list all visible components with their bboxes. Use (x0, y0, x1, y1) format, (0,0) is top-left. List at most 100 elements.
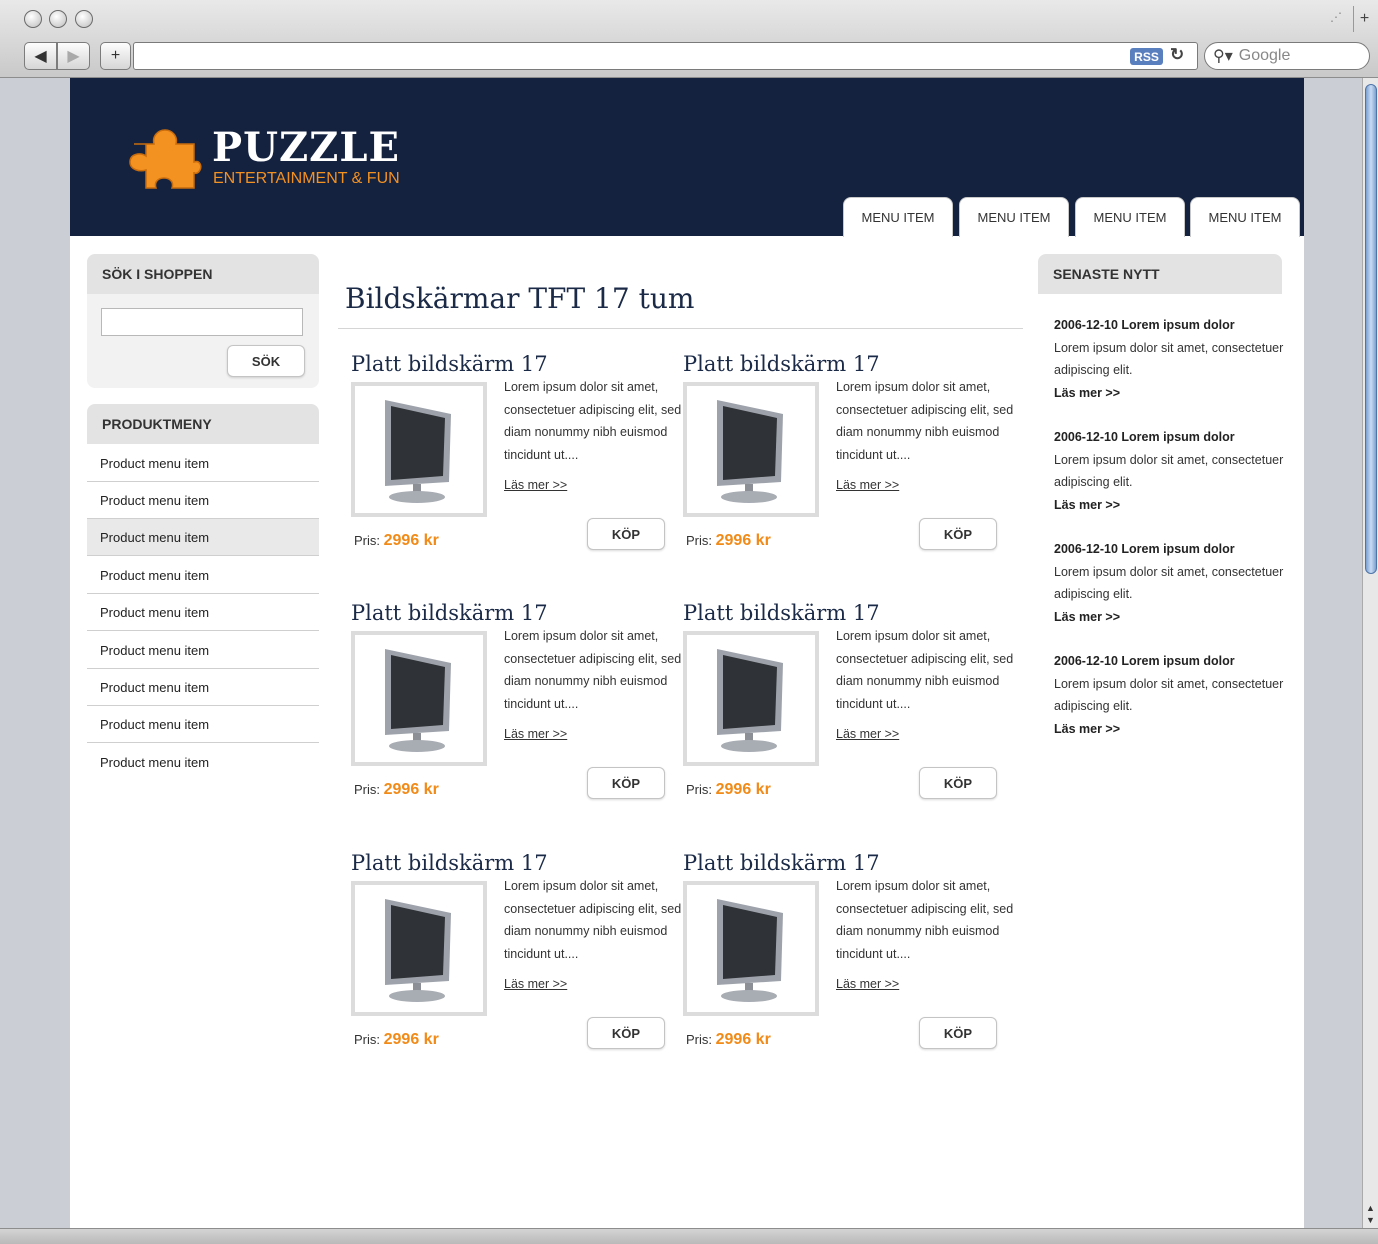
read-more-link[interactable]: Läs mer >> (836, 727, 899, 741)
search-button[interactable]: SÖK (227, 345, 305, 377)
nav-menu-item-3[interactable]: MENU ITEM (1075, 197, 1185, 237)
read-more-link[interactable]: Läs mer >> (504, 977, 567, 991)
scrollbar-thumb[interactable] (1365, 84, 1377, 574)
product-title[interactable]: Platt bildskärm 17 (351, 851, 548, 875)
product-price: Pris: 2996 kr (686, 1031, 771, 1049)
new-tab-icon[interactable]: + (1353, 6, 1375, 32)
buy-button[interactable]: KÖP (587, 767, 665, 799)
vertical-scrollbar[interactable]: ▲ ▼ (1362, 78, 1378, 1228)
product-title[interactable]: Platt bildskärm 17 (351, 601, 548, 625)
plus-icon: + (110, 47, 121, 64)
read-more-link[interactable]: Läs mer >> (836, 478, 899, 492)
price-label: Pris: (686, 1032, 712, 1047)
product-menu-item[interactable]: Product menu item (87, 557, 319, 594)
search-box-title: SÖK I SHOPPEN (87, 254, 319, 294)
rss-icon[interactable]: RSS (1130, 48, 1163, 65)
monitor-image[interactable] (683, 382, 819, 517)
news-heading[interactable]: 2006-12-10 Lorem ipsum dolor (1054, 650, 1294, 673)
monitor-image[interactable] (351, 881, 487, 1016)
scroll-arrows-icon[interactable]: ▲ ▼ (1366, 1202, 1375, 1226)
nav-menu-item-1[interactable]: MENU ITEM (843, 197, 953, 237)
logo-title[interactable]: PUZZLE (212, 124, 400, 171)
product-description: Lorem ipsum dolor sit amet, consectetuer… (504, 879, 682, 961)
price-label: Pris: (354, 1032, 380, 1047)
news-heading[interactable]: 2006-12-10 Lorem ipsum dolor (1054, 314, 1294, 337)
add-bookmark-button[interactable]: + (100, 42, 131, 70)
page-title: Bildskärmar TFT 17 tum (345, 282, 695, 315)
product-price: Pris: 2996 kr (354, 1031, 439, 1049)
news-body: Lorem ipsum dolor sit amet, consectetuer… (1054, 564, 1284, 602)
news-heading[interactable]: 2006-12-10 Lorem ipsum dolor (1054, 426, 1294, 449)
address-bar[interactable]: RSS ↻ (133, 42, 1198, 70)
browser-search-field[interactable]: ⚲▾ Google (1204, 42, 1370, 70)
read-more-link[interactable]: Läs mer >> (504, 727, 567, 741)
product-card: Platt bildskärm 17 Lorem ipsum dolor sit… (683, 352, 1013, 582)
title-divider (338, 328, 1023, 329)
buy-button[interactable]: KÖP (919, 767, 997, 799)
news-heading[interactable]: 2006-12-10 Lorem ipsum dolor (1054, 538, 1294, 561)
read-more-link[interactable]: Läs mer >> (504, 478, 567, 492)
product-price: Pris: 2996 kr (354, 532, 439, 550)
minimize-window-button[interactable] (49, 10, 67, 28)
buy-button[interactable]: KÖP (919, 1017, 997, 1049)
news-read-more-link[interactable]: Läs mer >> (1054, 494, 1294, 517)
back-button[interactable]: ◀ (24, 42, 57, 70)
monitor-icon (717, 399, 783, 503)
monitor-image[interactable] (683, 881, 819, 1016)
product-description: Lorem ipsum dolor sit amet, consectetuer… (504, 629, 682, 711)
price-value: 2996 kr (383, 532, 439, 549)
product-card: Platt bildskärm 17 Lorem ipsum dolor sit… (351, 851, 681, 1081)
site-header: PUZZLE ENTERTAINMENT & FUN MENU ITEM MEN… (70, 78, 1304, 237)
news-read-more-link[interactable]: Läs mer >> (1054, 606, 1294, 629)
news-read-more-link[interactable]: Läs mer >> (1054, 382, 1294, 405)
monitor-image[interactable] (351, 631, 487, 766)
shop-search-input[interactable] (101, 308, 303, 336)
close-window-button[interactable] (24, 10, 42, 28)
news-read-more-link[interactable]: Läs mer >> (1054, 718, 1294, 741)
product-menu-item[interactable]: Product menu item (87, 594, 319, 631)
product-title[interactable]: Platt bildskärm 17 (351, 352, 548, 376)
buy-button[interactable]: KÖP (919, 518, 997, 550)
price-value: 2996 kr (383, 781, 439, 798)
price-label: Pris: (354, 533, 380, 548)
price-value: 2996 kr (715, 781, 771, 798)
monitor-icon (717, 648, 783, 752)
news-item: 2006-12-10 Lorem ipsum dolor Lorem ipsum… (1054, 538, 1294, 628)
buy-button[interactable]: KÖP (587, 1017, 665, 1049)
browser-window: ⋰ + ◀ ▶ + RSS ↻ ⚲▾ Google PUZZLE ENTERTA… (0, 0, 1378, 1244)
product-card: Platt bildskärm 17 Lorem ipsum dolor sit… (683, 851, 1013, 1081)
product-card: Platt bildskärm 17 Lorem ipsum dolor sit… (351, 352, 681, 582)
zoom-window-button[interactable] (75, 10, 93, 28)
product-title[interactable]: Platt bildskärm 17 (683, 601, 880, 625)
product-description: Lorem ipsum dolor sit amet, consectetuer… (836, 629, 1014, 711)
product-title[interactable]: Platt bildskärm 17 (683, 851, 880, 875)
product-menu-item[interactable]: Product menu item (87, 445, 319, 482)
product-menu-item[interactable]: Product menu item (87, 706, 319, 743)
product-menu-item[interactable]: Product menu item (87, 669, 319, 706)
product-description: Lorem ipsum dolor sit amet, consectetuer… (836, 879, 1014, 961)
product-description: Lorem ipsum dolor sit amet, consectetuer… (504, 380, 682, 462)
product-menu-item[interactable]: Product menu item (87, 632, 319, 669)
price-label: Pris: (354, 782, 380, 797)
puzzle-piece-icon (129, 129, 202, 189)
search-box: SÖK (87, 294, 319, 388)
product-card: Platt bildskärm 17 Lorem ipsum dolor sit… (351, 601, 681, 831)
news-body: Lorem ipsum dolor sit amet, consectetuer… (1054, 676, 1284, 714)
reload-icon[interactable]: ↻ (1170, 45, 1184, 65)
status-bar (0, 1228, 1378, 1244)
product-menu-item[interactable]: Product menu item (87, 744, 319, 781)
monitor-image[interactable] (351, 382, 487, 517)
product-title[interactable]: Platt bildskärm 17 (683, 352, 880, 376)
price-label: Pris: (686, 533, 712, 548)
news-box-title: SENASTE NYTT (1038, 254, 1282, 294)
nav-menu-item-2[interactable]: MENU ITEM (959, 197, 1069, 237)
monitor-image[interactable] (683, 631, 819, 766)
read-more-link[interactable]: Läs mer >> (836, 977, 899, 991)
product-menu-item[interactable]: Product menu item (87, 482, 319, 519)
forward-button[interactable]: ▶ (57, 42, 90, 70)
product-card: Platt bildskärm 17 Lorem ipsum dolor sit… (683, 601, 1013, 831)
product-menu-item[interactable]: Product menu item (87, 519, 319, 556)
web-page: PUZZLE ENTERTAINMENT & FUN MENU ITEM MEN… (70, 78, 1304, 1228)
buy-button[interactable]: KÖP (587, 518, 665, 550)
nav-menu-item-4[interactable]: MENU ITEM (1190, 197, 1300, 237)
